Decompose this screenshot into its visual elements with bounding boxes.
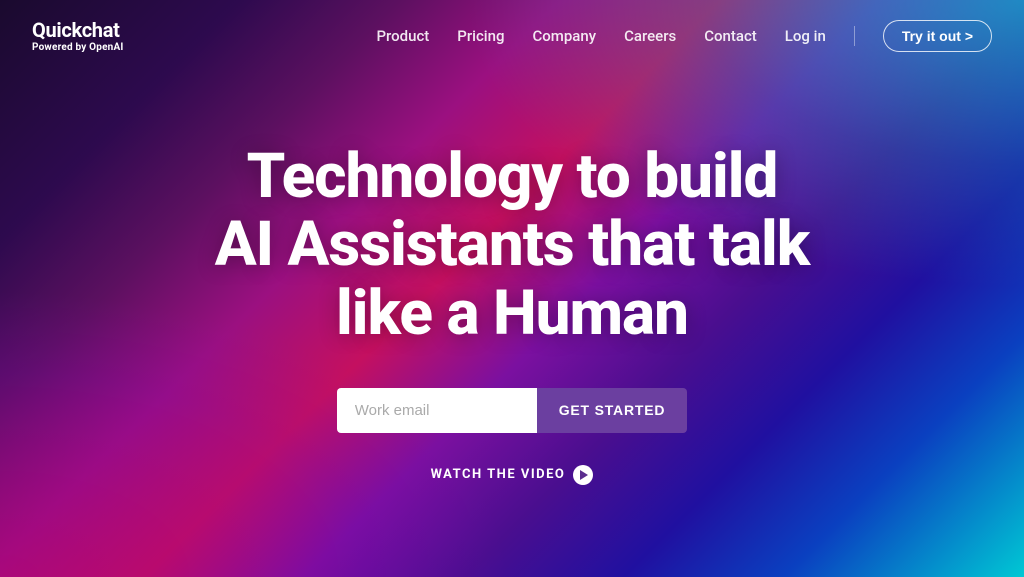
hero-content: Technology to build AI Assistants that t… <box>215 71 810 577</box>
play-triangle <box>580 470 588 480</box>
cta-row: GET STARTED <box>337 388 688 433</box>
nav-company[interactable]: Company <box>533 27 597 45</box>
watch-video-label: WATCH THE VIDEO <box>431 467 566 482</box>
watch-video-button[interactable]: WATCH THE VIDEO <box>431 465 594 485</box>
nav-divider <box>854 26 855 46</box>
try-it-out-button[interactable]: Try it out > <box>883 20 992 52</box>
play-icon <box>573 465 593 485</box>
nav-contact[interactable]: Contact <box>704 27 757 45</box>
hero-section: Quickchat Powered by OpenAI Product Pric… <box>0 0 1024 577</box>
nav-careers[interactable]: Careers <box>624 27 676 45</box>
get-started-button[interactable]: GET STARTED <box>537 388 688 433</box>
hero-title-line2: AI Assistants that talk <box>215 208 810 281</box>
nav-login[interactable]: Log in <box>785 27 826 45</box>
email-input[interactable] <box>337 388 537 433</box>
hero-title-line3: like a Human <box>336 277 688 350</box>
nav-pricing[interactable]: Pricing <box>457 27 504 45</box>
hero-title: Technology to build AI Assistants that t… <box>215 143 810 348</box>
logo-name: Quickchat <box>32 18 124 42</box>
logo: Quickchat Powered by OpenAI <box>32 18 124 53</box>
navbar: Quickchat Powered by OpenAI Product Pric… <box>0 0 1024 71</box>
hero-title-line1: Technology to build <box>247 140 778 213</box>
nav-links: Product Pricing Company Careers Contact … <box>376 20 992 52</box>
nav-product[interactable]: Product <box>376 27 429 45</box>
logo-powered: Powered by OpenAI <box>32 42 124 53</box>
